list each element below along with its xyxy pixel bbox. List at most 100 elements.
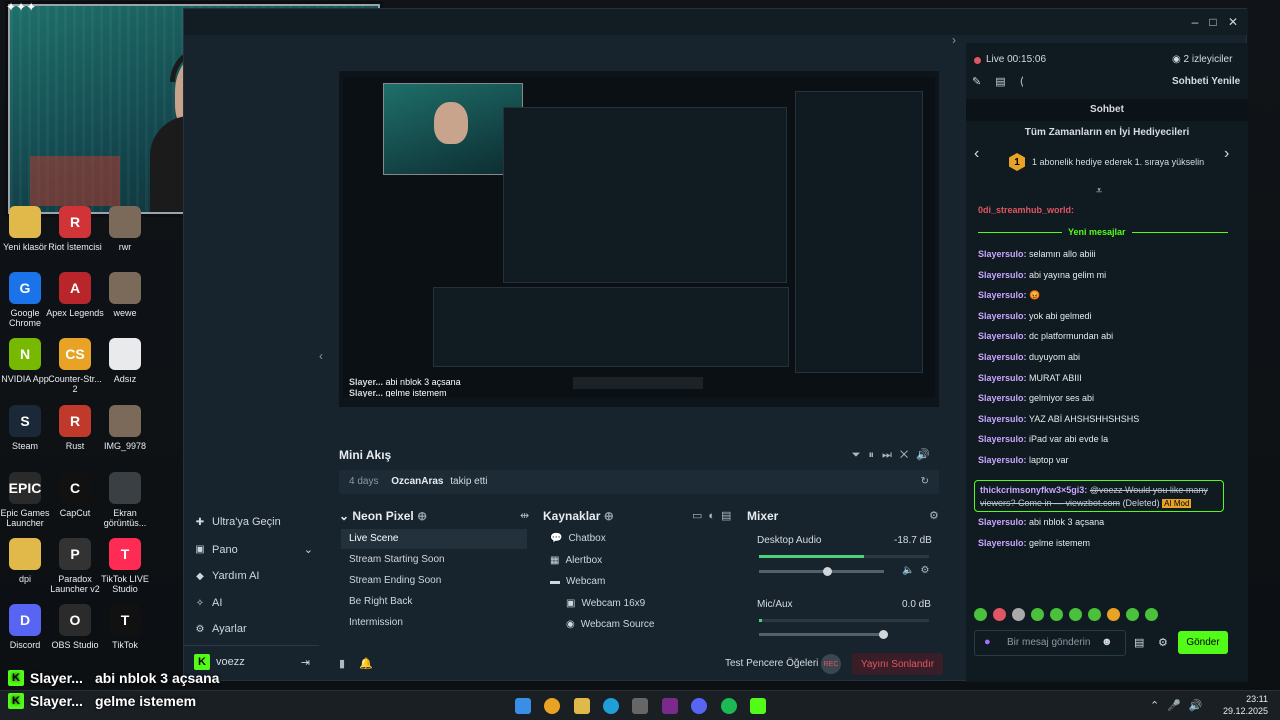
send-button[interactable]: Gönder <box>1178 631 1228 654</box>
chat-text: gelmiyor ses abi <box>1026 393 1095 404</box>
test-widgets-button[interactable]: Test Pencere Öğeleri <box>725 658 818 669</box>
chat-message: Slayersulo: abi yayına gelim mi <box>978 270 1106 280</box>
collapse-icon[interactable]: ⩡ <box>1096 185 1102 198</box>
end-stream-button[interactable]: Yayını Sonlandır <box>852 653 943 675</box>
app-icon: R <box>59 405 91 437</box>
start-icon[interactable] <box>515 698 531 714</box>
mic-icon[interactable]: ● <box>984 636 991 648</box>
desktop-icon[interactable]: wewe <box>95 272 155 318</box>
desktop-icon[interactable]: IMG_9978 <box>95 405 155 451</box>
volume-fader[interactable] <box>759 567 884 576</box>
chat-tools[interactable]: ✎▤⟨ <box>972 75 1038 88</box>
chat-username[interactable]: Slayersulo: <box>978 434 1027 444</box>
source-item[interactable]: ◉ Webcam Source <box>566 619 654 630</box>
source-tools[interactable]: ▭◐▤ <box>692 509 737 522</box>
chat-text: yok abi gelmedi <box>1026 310 1092 321</box>
nav-label: AI <box>212 597 223 609</box>
chat-message: Slayersulo: gelme istemem <box>978 538 1090 548</box>
chat-username[interactable]: Slayersulo: <box>978 538 1027 548</box>
source-item[interactable]: ▦ Alertbox <box>550 555 602 566</box>
desktop-icon[interactable]: rwr <box>95 206 155 252</box>
collapse-left-icon[interactable]: ‹ <box>319 349 323 363</box>
maximize-button[interactable]: □ <box>1206 15 1220 29</box>
scene-item[interactable]: Be Right Back <box>341 592 527 612</box>
emoji-icon[interactable]: ☻ <box>1101 636 1113 648</box>
close-button[interactable]: ✕ <box>1226 15 1240 29</box>
overlay-chat-line: K Slayer... abi nblok 3 açsana <box>8 670 219 686</box>
tray-icons[interactable]: ⌃🎤🔊 <box>1150 699 1211 712</box>
file-explorer-icon[interactable] <box>574 698 590 714</box>
desktop-icon[interactable]: T TikTok LIVE Studio <box>95 538 155 594</box>
scenes-title[interactable]: ⌄ Neon Pixel ⊕ <box>339 509 427 523</box>
stream-preview: Slayer... abi nblok 3 açsana Slayer... g… <box>339 71 939 407</box>
chat-text: gelme istemem <box>1026 538 1091 548</box>
feed-controls[interactable]: ⏷⏸⏭✕🔊 <box>852 448 938 462</box>
rec-button[interactable]: REC <box>821 654 841 674</box>
chat-username[interactable]: Slayersulo: <box>978 352 1027 362</box>
desktop-icon[interactable]: Ekran görüntüs... <box>95 472 155 528</box>
chat-message: Slayersulo: duyuyom abi <box>978 352 1080 362</box>
desktop-icon[interactable]: Adsız <box>95 338 155 384</box>
next-arrow[interactable]: › <box>1224 145 1229 163</box>
spotify-icon[interactable] <box>721 698 737 714</box>
nested-preview <box>503 107 787 283</box>
collapse-right-icon[interactable]: › <box>952 33 956 47</box>
nav-help-ai[interactable]: ◆ Yardım AI <box>194 570 259 582</box>
scene-item[interactable]: Intermission <box>341 613 527 633</box>
app-icon <box>109 405 141 437</box>
preview-webcam <box>383 83 523 175</box>
app-icon: G <box>9 272 41 304</box>
nav-ultra[interactable]: ✚ Ultra'ya Geçin <box>194 516 281 528</box>
streamlabs-window: – □ ✕ ✚ Ultra'ya Geçin ▣ Pano ⌄ ◆ Yardım AI … <box>183 8 1248 682</box>
gift-icon[interactable]: ▤ <box>1134 636 1144 649</box>
left-nav: ✚ Ultra'ya Geçin ▣ Pano ⌄ ◆ Yardım AI ✧ AI ⚙ A… <box>184 509 319 682</box>
scene-item[interactable]: Live Scene <box>341 529 527 549</box>
top-gifters-title: Tüm Zamanların en İyi Hediyecileri <box>1024 127 1190 138</box>
kick-icon: K <box>8 693 24 709</box>
user-profile[interactable]: Kvoezz ⇥ <box>194 654 310 670</box>
chat-username[interactable]: Slayersulo: <box>978 455 1027 465</box>
nav-dashboard[interactable]: ▣ Pano ⌄ <box>194 543 313 557</box>
chat-username[interactable]: Slayersulo: <box>978 290 1027 300</box>
nav-settings[interactable]: ⚙ Ayarlar <box>194 623 247 635</box>
chat-message: Slayersulo: abi nblok 3 açsana <box>978 517 1104 527</box>
store-icon[interactable] <box>632 698 648 714</box>
volume-fader[interactable] <box>759 630 888 639</box>
chat-settings-icon[interactable]: ⚙ <box>1158 636 1168 649</box>
nav-label: Ayarlar <box>212 623 247 635</box>
nav-ai[interactable]: ✧ AI <box>194 597 223 609</box>
chat-username[interactable]: Slayersulo: <box>978 270 1027 280</box>
chat-username[interactable]: Slayersulo: <box>978 393 1027 403</box>
logout-icon[interactable]: ⇥ <box>301 656 310 669</box>
source-item[interactable]: ▬ Webcam <box>550 576 605 587</box>
source-item[interactable]: 💬 Chatbox <box>550 533 606 544</box>
scene-transitions-icon[interactable]: ⇹ <box>520 509 529 522</box>
channel-controls[interactable]: 🔈⚙ <box>902 565 935 576</box>
chat-username[interactable]: Slayersulo: <box>978 311 1027 321</box>
chat-message: Slayersulo: 😡 <box>978 290 1040 301</box>
chat-username[interactable]: Slayersulo: <box>978 373 1027 383</box>
desktop-icon[interactable]: T TikTok <box>95 604 155 650</box>
chat-username[interactable]: Slayersulo: <box>978 414 1027 424</box>
refresh-icon[interactable]: ↻ <box>921 470 929 494</box>
footer-icons[interactable]: ▮🔔 <box>339 657 387 670</box>
chat-username[interactable]: Slayersulo: <box>978 249 1027 259</box>
streamlabs-icon[interactable] <box>750 698 766 714</box>
edge-icon[interactable] <box>603 698 619 714</box>
minimize-button[interactable]: – <box>1188 15 1202 29</box>
source-item[interactable]: ▣ Webcam 16x9 <box>566 598 645 609</box>
nzxt-icon[interactable] <box>662 698 678 714</box>
prev-arrow[interactable]: ‹ <box>974 145 979 163</box>
chat-username[interactable]: Slayersulo: <box>978 517 1027 527</box>
emote-bar[interactable] <box>974 608 1164 624</box>
mixer-title: Mixer <box>747 509 779 523</box>
discord-icon[interactable] <box>691 698 707 714</box>
chat-message: Slayersulo: iPad var abi evde la <box>978 434 1108 444</box>
chat-username[interactable]: Slayersulo: <box>978 331 1027 341</box>
app-icon: T <box>109 604 141 636</box>
mixer-settings-icon[interactable]: ⚙ <box>929 509 939 522</box>
scene-item[interactable]: Stream Ending Soon <box>341 571 527 591</box>
scene-item[interactable]: Stream Starting Soon <box>341 550 527 570</box>
refresh-chat-button[interactable]: Sohbeti Yenile <box>1172 76 1240 87</box>
chrome-icon[interactable] <box>544 698 560 714</box>
